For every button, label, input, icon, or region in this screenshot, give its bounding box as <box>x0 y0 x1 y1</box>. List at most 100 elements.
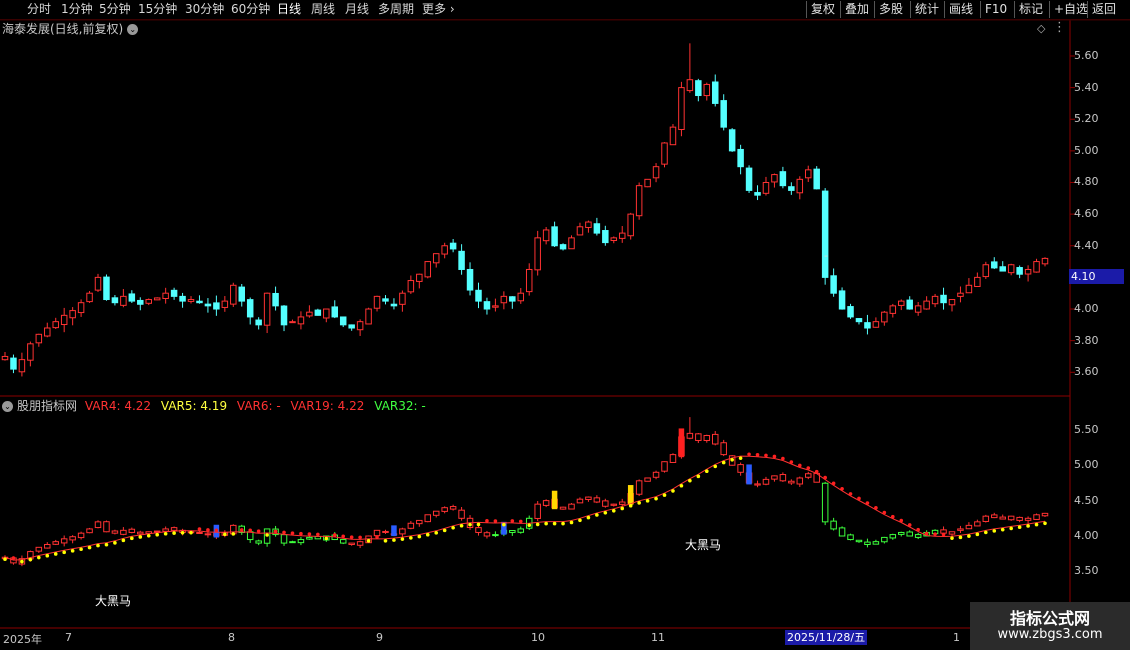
indicator-body <box>830 520 837 530</box>
candle-body <box>618 232 626 239</box>
indicator-body <box>255 540 262 544</box>
candle-body <box>695 80 702 97</box>
signal-dot <box>510 519 515 523</box>
price-tick: 3.60 <box>1074 365 1099 379</box>
signal-dot <box>146 533 151 538</box>
candle-body <box>644 178 651 188</box>
signal-dot <box>1009 526 1013 531</box>
candle-body <box>162 292 169 300</box>
candle-body <box>881 311 888 323</box>
candle-body <box>957 292 964 297</box>
indicator-body <box>796 477 804 485</box>
var6-value: VAR6: - <box>236 399 281 413</box>
signal-dot <box>476 522 481 527</box>
indicator-name[interactable]: 股朋指标网 <box>17 399 77 413</box>
indicator-body <box>898 531 905 535</box>
signal-dot <box>383 538 388 543</box>
candle-body <box>35 333 43 344</box>
candle-body <box>821 190 829 278</box>
indicator-body <box>695 433 702 441</box>
signal-dot <box>797 463 802 468</box>
candle-body <box>500 295 508 304</box>
indicator-body <box>348 542 355 545</box>
chevron-down-icon[interactable]: ⌄ <box>2 401 13 412</box>
candle-body <box>297 316 305 325</box>
signal-dot <box>231 532 236 536</box>
signal-dot <box>916 527 920 532</box>
indicator-body <box>1007 515 1015 521</box>
signal-dot <box>747 452 751 457</box>
signal-dot <box>637 501 641 505</box>
signal-dot <box>206 528 210 532</box>
indicator-body <box>1016 516 1023 521</box>
signal-dot <box>704 469 709 474</box>
indicator-body <box>1033 514 1040 520</box>
candle-body <box>940 294 947 304</box>
price-tick: 4.60 <box>1074 207 1099 221</box>
candle-body <box>52 321 59 329</box>
indicator-body <box>77 532 85 539</box>
candle-body <box>44 327 51 337</box>
candle-body <box>602 230 609 244</box>
indicator-body <box>855 539 863 543</box>
signal-dot <box>425 532 430 537</box>
candle-body <box>339 316 347 326</box>
candle-body <box>576 226 584 236</box>
signal-dot <box>358 535 362 540</box>
signal-dot <box>603 510 608 515</box>
candle-body <box>711 81 719 104</box>
candle-body <box>509 296 516 302</box>
candle-body <box>754 192 761 196</box>
candle-body <box>103 276 110 301</box>
indicator-body <box>881 536 888 543</box>
candle-body <box>145 299 152 304</box>
kline-chart[interactable] <box>0 0 1130 650</box>
signal-dot <box>341 534 346 539</box>
signal-dot <box>282 530 286 535</box>
candle-body <box>407 280 415 293</box>
signal-dot <box>3 557 7 562</box>
indicator-body <box>137 531 144 535</box>
candle-body <box>1016 267 1023 275</box>
highlight-bar <box>391 525 397 537</box>
signal-dot <box>502 522 506 527</box>
candle-body <box>289 321 296 324</box>
indicator-body <box>492 534 499 537</box>
candle-body <box>627 213 634 237</box>
signal-dot <box>459 523 464 528</box>
candle-body <box>788 186 795 191</box>
price-tick: 4.80 <box>1074 175 1099 189</box>
indicator-body <box>483 532 491 537</box>
price-tick: 5.00 <box>1074 143 1099 157</box>
candle-body <box>686 79 694 92</box>
indicator-body <box>771 475 778 480</box>
signal-dot <box>1000 527 1005 532</box>
candle-body <box>137 299 144 305</box>
candle-body <box>771 174 778 183</box>
ma-line <box>4 455 1046 561</box>
indicator-body <box>576 498 584 504</box>
candle-body <box>246 299 254 318</box>
signal-dot <box>53 552 58 556</box>
candle-body <box>669 126 677 146</box>
candle-body <box>872 321 880 328</box>
signal-dot <box>1026 524 1030 528</box>
candle-body <box>492 305 499 308</box>
highlight-bar <box>551 490 558 510</box>
candle-body <box>652 166 660 179</box>
indicator-body <box>618 501 626 505</box>
signal-dot <box>518 519 523 524</box>
candle-body <box>923 300 930 310</box>
side-panel-strip[interactable] <box>1122 20 1130 395</box>
indicator-tick: 3.50 <box>1074 564 1099 578</box>
signal-dot <box>679 483 684 488</box>
candle-body <box>720 100 727 128</box>
signal-dot <box>561 521 565 526</box>
indicator-body <box>559 506 567 510</box>
candle-body <box>838 290 846 310</box>
indicator-body <box>762 478 770 485</box>
signal-dot <box>586 515 591 520</box>
signal-dot <box>848 492 853 496</box>
signal-dot <box>180 530 185 535</box>
signal-dot <box>307 532 312 536</box>
